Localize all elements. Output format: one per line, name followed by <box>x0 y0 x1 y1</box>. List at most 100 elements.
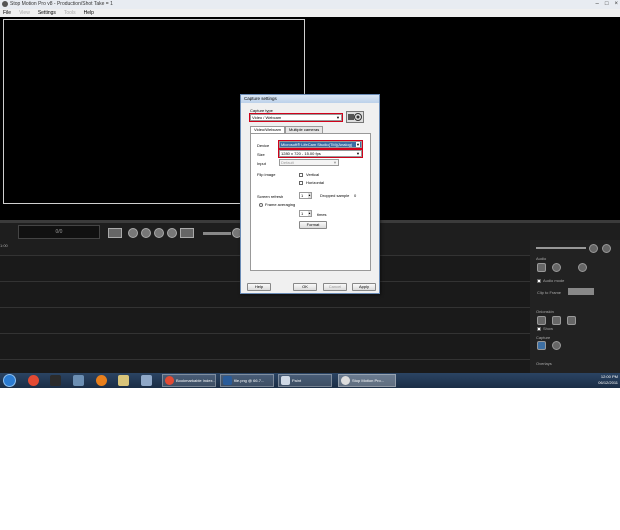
input-select[interactable]: Default ▼ <box>279 159 339 166</box>
camera-icon[interactable] <box>552 341 561 350</box>
chrome-icon[interactable] <box>28 375 39 386</box>
speed-slider[interactable] <box>203 232 231 235</box>
task-label: file.png @ 66.7... <box>234 378 265 383</box>
start-button[interactable] <box>3 374 16 387</box>
play-audio-icon[interactable] <box>578 263 587 272</box>
menu-file[interactable]: File <box>3 9 11 17</box>
audio-mode-label: Audio mode <box>543 278 565 283</box>
task-label: Stop Motion Pro... <box>352 378 385 383</box>
chrome-icon <box>165 376 174 385</box>
screen-refresh-label: Screen refresh <box>257 194 284 199</box>
task-stop-motion[interactable]: Stop Motion Pro... <box>338 374 396 387</box>
menu-tools[interactable]: Tools <box>64 9 76 17</box>
firefox-icon[interactable] <box>96 375 107 386</box>
zoom-slider[interactable] <box>536 247 586 249</box>
chevron-down-icon: ▼ <box>333 160 337 165</box>
capture-label: Capture <box>536 335 551 340</box>
screen-refresh-spinner[interactable]: 1 ▲ <box>299 192 312 199</box>
menu-view[interactable]: View <box>19 9 30 17</box>
frame-averaging-value: 1 <box>301 211 304 216</box>
times-label: times <box>317 212 327 217</box>
onionskin-label: Onionskin <box>536 309 554 314</box>
flip-horizontal-checkbox[interactable] <box>299 181 303 185</box>
size-label: Size <box>257 152 265 157</box>
capture-type-label: Capture type <box>250 108 273 113</box>
system-tray: 12:00 PM 06/12/2011 <box>598 374 618 387</box>
device-select[interactable]: Microsoft® LifeCam Studio(TM)(Analog) ▼ <box>278 140 363 149</box>
zoom-out-icon[interactable] <box>602 244 611 253</box>
speaker-icon[interactable] <box>537 263 546 272</box>
track-divider <box>0 307 530 308</box>
ok-button[interactable]: OK <box>293 283 317 291</box>
tab-video-webcam[interactable]: Video/Webcam <box>250 126 285 133</box>
capture-type-select[interactable]: Video / Webcam ▼ <box>249 113 343 122</box>
task-label: Paint <box>292 378 302 383</box>
next-frame-button[interactable] <box>154 228 164 238</box>
audio-label: Audio <box>536 256 547 261</box>
chevron-down-icon: ▼ <box>356 151 360 156</box>
task-label: Bookmarkable Index... <box>176 378 216 383</box>
track-time-label: 1:00 <box>0 243 8 248</box>
help-button[interactable]: Help <box>247 283 271 291</box>
side-panel: Audio Audio mode Clip to Frame Onionskin… <box>530 240 620 373</box>
tab-multiple-cameras[interactable]: Multiple cameras <box>284 126 324 133</box>
device-value: Microsoft® LifeCam Studio(TM)(Analog) <box>281 142 353 147</box>
maximize-button[interactable]: □ <box>605 0 609 9</box>
input-value: Default <box>281 160 294 165</box>
size-value: 1280 x 720 - 15.00 fps <box>281 151 321 156</box>
clip-to-frame-label: Clip to Frame <box>537 290 562 295</box>
window-title: Stop Motion Pro v8 - Production/Shot Tak… <box>10 1 113 7</box>
format-button[interactable]: Format <box>299 221 327 229</box>
frame-averaging-checkbox[interactable] <box>259 203 263 207</box>
play-button[interactable] <box>141 228 151 238</box>
audio-mode-checkbox[interactable] <box>537 279 541 283</box>
capture-settings-dialog: Capture settings Capture type Video / We… <box>240 94 380 294</box>
paint-icon <box>281 376 290 385</box>
minimize-button[interactable]: – <box>596 0 599 9</box>
go-start-button[interactable] <box>108 228 122 238</box>
dialog-title: Capture settings <box>241 95 379 103</box>
show-checkbox[interactable] <box>537 327 541 331</box>
record-audio-icon[interactable] <box>552 263 561 272</box>
frame-averaging-spinner[interactable]: 1 ▲ <box>299 210 312 217</box>
close-button[interactable]: × <box>614 0 618 9</box>
menu-settings[interactable]: Settings <box>38 9 56 17</box>
task-chrome[interactable]: Bookmarkable Index... <box>162 374 216 387</box>
show-label: Show <box>543 326 554 331</box>
flip-vertical-checkbox[interactable] <box>299 173 303 177</box>
app-icon[interactable] <box>50 375 61 386</box>
tab-panel: Device Microsoft® LifeCam Studio(TM)(Ana… <box>250 133 371 271</box>
clock-date[interactable]: 06/12/2011 <box>598 380 618 386</box>
input-label: Input <box>257 161 266 166</box>
tool-icon[interactable] <box>73 375 84 386</box>
photoshop-icon <box>223 376 232 385</box>
timecode-display: 0/0 <box>18 225 100 239</box>
go-end-button[interactable] <box>180 228 194 238</box>
camera-settings-button[interactable] <box>346 111 364 123</box>
task-photoshop[interactable]: file.png @ 66.7... <box>220 374 274 387</box>
flip-image-label: Flip image <box>257 172 276 177</box>
spinner-arrows-icon[interactable]: ▲ <box>308 211 311 216</box>
prev-frame-button[interactable] <box>128 228 138 238</box>
media-player-icon[interactable] <box>141 375 152 386</box>
zoom-in-icon[interactable] <box>589 244 598 253</box>
window-controls: – □ × <box>596 0 618 9</box>
edit-icon[interactable] <box>567 316 576 325</box>
folder-icon[interactable] <box>118 375 129 386</box>
clip-to-frame-slider[interactable] <box>568 288 594 295</box>
cancel-button[interactable]: Cancel <box>323 283 347 291</box>
app-icon <box>2 1 8 7</box>
difference-icon[interactable] <box>552 316 561 325</box>
menu-help[interactable]: Help <box>84 9 94 17</box>
task-paint[interactable]: Paint <box>278 374 332 387</box>
dropped-sample-label: Dropped sample <box>320 193 350 198</box>
chevron-down-icon: ▼ <box>336 115 340 120</box>
capture-icon[interactable] <box>537 341 546 350</box>
flip-vertical-label: Vertical <box>306 172 320 177</box>
apply-button[interactable]: Apply <box>352 283 376 291</box>
onionskin-icon[interactable] <box>537 316 546 325</box>
frame-averaging-label: Frame averaging <box>265 202 296 207</box>
spinner-arrows-icon[interactable]: ▲ <box>308 193 311 198</box>
size-select[interactable]: 1280 x 720 - 15.00 fps ▼ <box>278 149 363 158</box>
record-button[interactable] <box>167 228 177 238</box>
